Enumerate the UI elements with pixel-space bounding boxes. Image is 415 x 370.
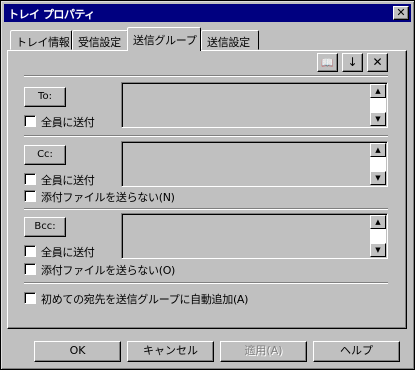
close-icon: ✕ [396, 6, 406, 19]
checkbox-box[interactable] [24, 292, 36, 304]
cc-list[interactable]: ▲ ▼ [121, 141, 388, 187]
checkbox-box[interactable] [24, 115, 36, 127]
tab-send-group[interactable]: 送信グループ [127, 27, 201, 51]
scroll-thumb[interactable] [370, 229, 386, 243]
scroll-down-icon[interactable]: ▼ [370, 243, 386, 257]
book-icon: 📖 [321, 58, 334, 69]
to-scrollbar[interactable]: ▲ ▼ [370, 84, 386, 126]
scroll-down-icon[interactable]: ▼ [370, 112, 386, 126]
move-down-button[interactable]: ↓ [342, 53, 363, 72]
cc-button[interactable]: Cc: [24, 145, 66, 165]
checkbox-box[interactable] [24, 190, 36, 202]
cc-no-attach-label: 添付ファイルを送らない(N) [41, 191, 175, 204]
to-button[interactable]: To: [24, 87, 66, 107]
bcc-list[interactable]: ▲ ▼ [121, 213, 388, 259]
scroll-up-icon[interactable]: ▲ [370, 84, 386, 98]
apply-button[interactable]: 適用(A) [220, 341, 307, 362]
separator [24, 75, 388, 77]
bcc-button[interactable]: Bcc: [24, 217, 66, 237]
window-title: トレイ プロパティ [8, 8, 95, 21]
cc-scrollbar[interactable]: ▲ ▼ [370, 143, 386, 185]
to-send-all-label: 全員に送付 [41, 116, 95, 129]
separator [24, 208, 388, 210]
arrow-down-icon: ↓ [347, 55, 358, 69]
scroll-thumb[interactable] [370, 98, 386, 112]
tab-receive-settings[interactable]: 受信設定 [72, 30, 128, 50]
checkbox-box[interactable] [24, 263, 36, 275]
bcc-no-attach-label: 添付ファイルを送らない(O) [41, 264, 176, 277]
scroll-up-icon[interactable]: ▲ [370, 143, 386, 157]
delete-icon: ✕ [372, 55, 383, 69]
scroll-up-icon[interactable]: ▲ [370, 215, 386, 229]
bcc-send-all-label: 全員に送付 [41, 246, 95, 259]
scroll-down-icon[interactable]: ▼ [370, 171, 386, 185]
to-list[interactable]: ▲ ▼ [121, 82, 388, 128]
cancel-button[interactable]: キャンセル [127, 341, 214, 362]
bcc-scrollbar[interactable]: ▲ ▼ [370, 215, 386, 257]
auto-add-label: 初めての宛先を送信グループに自動追加(A) [41, 293, 249, 306]
address-book-button[interactable]: 📖 [317, 53, 338, 72]
tab-tray-info[interactable]: トレイ情報 [10, 30, 72, 50]
separator [24, 282, 388, 284]
help-button[interactable]: ヘルプ [313, 341, 400, 362]
title-bar: トレイ プロパティ ✕ [4, 4, 411, 22]
tab-send-settings[interactable]: 送信設定 [201, 30, 259, 50]
checkbox-box[interactable] [24, 245, 36, 257]
delete-button[interactable]: ✕ [367, 53, 388, 72]
cc-send-all-label: 全員に送付 [41, 174, 95, 187]
checkbox-box[interactable] [24, 173, 36, 185]
scroll-thumb[interactable] [370, 157, 386, 171]
close-button[interactable]: ✕ [393, 6, 409, 20]
separator [24, 135, 388, 137]
ok-button[interactable]: OK [34, 341, 121, 362]
